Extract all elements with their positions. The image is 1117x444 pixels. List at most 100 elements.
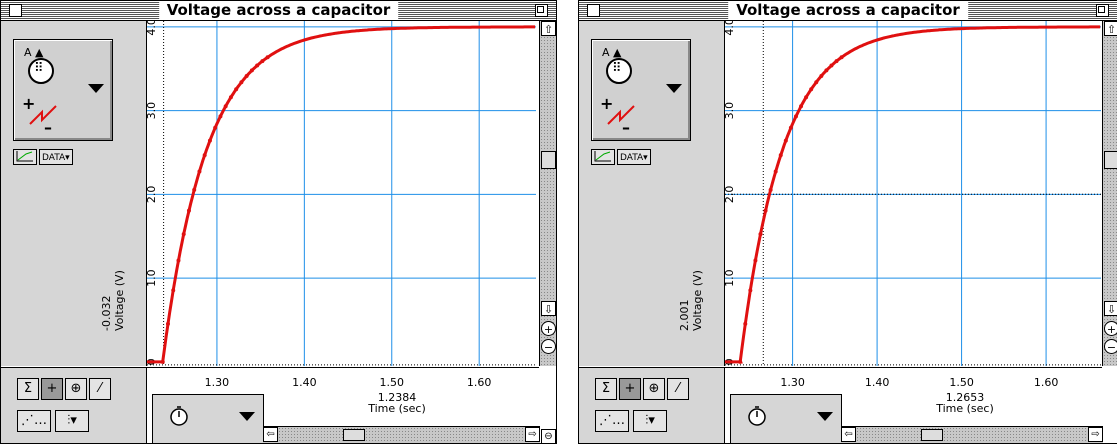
x-tick-label: 1.60 — [466, 376, 492, 389]
data-point — [228, 95, 233, 100]
y-tick-label: 1.0 — [725, 269, 736, 287]
horizontal-scrollbar[interactable]: ⇦ ⇨ — [263, 426, 540, 443]
timing-control[interactable] — [152, 394, 264, 443]
statistics-sigma-icon[interactable]: Σ — [17, 378, 39, 400]
probe-connector-icon — [606, 58, 632, 84]
toolbar-panel: Σ + ⊕ ⁄ ⋰… ⫶▾ — [579, 367, 725, 443]
axis-options-icon[interactable]: ⫶▾ — [55, 410, 89, 432]
zoom-out-icon[interactable]: − — [541, 339, 556, 354]
timing-dropdown-icon — [817, 412, 833, 421]
zoom-box[interactable] — [535, 4, 548, 17]
graph-window-1: Voltage across a capacitor A ▲ + – DATA▾… — [0, 0, 557, 444]
data-point — [839, 55, 844, 60]
data-point — [834, 59, 839, 64]
y-readout-value: -0.032 — [100, 295, 113, 331]
data-point — [799, 104, 804, 109]
data-point — [192, 187, 197, 192]
data-point — [738, 359, 743, 364]
toolbar-panel: Σ + ⊕ ⁄ ⋰… ⫶▾ — [1, 367, 147, 443]
scroll-down-icon[interactable]: ⇩ — [1104, 301, 1117, 316]
graph-window-2: Voltage across a capacitor A ▲ + – DATA▾… — [578, 0, 1117, 444]
y-tick-label: 2.0 — [147, 186, 158, 204]
close-box[interactable] — [9, 4, 22, 17]
y-tick-label: 3.0 — [725, 102, 736, 120]
zoom-tool-icon[interactable]: ⊕ — [643, 378, 665, 400]
timing-control[interactable] — [730, 394, 842, 443]
minus-icon: – — [44, 118, 52, 137]
scroll-right-icon[interactable]: ⇨ — [525, 427, 540, 442]
probe-connector-icon — [28, 58, 54, 84]
title-bar[interactable]: Voltage across a capacitor — [1, 1, 556, 21]
data-point — [748, 288, 753, 293]
autoscale-icon[interactable]: ⋰… — [17, 410, 51, 432]
scroll-left-icon[interactable]: ⇦ — [263, 427, 278, 442]
data-point — [773, 169, 778, 174]
scroll-down-icon[interactable]: ⇩ — [541, 301, 556, 316]
plot-area[interactable]: 01.02.03.04.0 — [147, 21, 536, 366]
data-point — [244, 73, 249, 78]
zoom-box[interactable] — [1096, 4, 1109, 17]
scroll-up-icon[interactable]: ⇧ — [1104, 21, 1117, 36]
probe-program-button[interactable]: A ▲ + – — [13, 39, 113, 141]
scroll-thumb[interactable] — [541, 151, 556, 169]
axis-options-icon[interactable]: ⫶▾ — [633, 410, 667, 432]
close-box[interactable] — [587, 4, 600, 17]
y-tick-label: 3.0 — [147, 102, 158, 120]
vertical-scrollbar[interactable]: ⇧ ⇩ + − — [539, 21, 556, 366]
data-point — [804, 95, 809, 100]
examine-crosshair-icon[interactable]: + — [41, 378, 63, 400]
zoom-in-icon[interactable]: + — [1104, 321, 1117, 336]
curve-fit-icon[interactable]: ⁄ — [667, 378, 689, 400]
data-point — [165, 321, 170, 326]
sidebar-panel: A ▲ + – DATA▾ -0.032Voltage (V) — [1, 21, 147, 366]
data-point — [788, 125, 793, 130]
data-point — [239, 80, 244, 85]
data-point — [758, 232, 763, 237]
title-bar[interactable]: Voltage across a capacitor — [579, 1, 1117, 21]
data-point — [829, 63, 834, 68]
h-scroll-thumb[interactable] — [343, 429, 365, 441]
h-zoom-out-icon[interactable]: ⊖ — [541, 429, 556, 443]
data-point — [819, 73, 824, 78]
data-menu-button[interactable]: DATA▾ — [39, 149, 73, 165]
zoom-out-icon[interactable]: − — [1104, 339, 1117, 354]
curve-fit-icon[interactable]: ⁄ — [89, 378, 111, 400]
zoom-in-icon[interactable]: + — [541, 321, 556, 336]
x-tick-label: 1.50 — [949, 376, 974, 389]
graph-type-icon[interactable] — [13, 149, 37, 165]
statistics-sigma-icon[interactable]: Σ — [595, 378, 617, 400]
probe-program-button[interactable]: A ▲ + – — [591, 39, 691, 141]
y-readout: -0.032 Voltage (V) — [100, 201, 138, 331]
x-readout: 1.2653 Time (sec) — [915, 392, 1015, 414]
scroll-right-icon[interactable]: ⇨ — [1088, 427, 1103, 442]
data-point — [824, 68, 829, 73]
scroll-left-icon[interactable]: ⇦ — [841, 427, 856, 442]
x-tick-label: 1.60 — [1033, 376, 1059, 389]
vertical-scrollbar[interactable]: ⇧ ⇩ + − — [1102, 21, 1117, 366]
data-point — [207, 138, 212, 143]
zoom-tool-icon[interactable]: ⊕ — [65, 378, 87, 400]
scroll-thumb[interactable] — [1104, 151, 1117, 169]
data-point — [763, 208, 768, 213]
examine-crosshair-icon[interactable]: + — [619, 378, 641, 400]
horizontal-scrollbar[interactable]: ⇦ ⇨ — [841, 426, 1103, 443]
y-readout: 2.001 Voltage (V) — [678, 201, 716, 331]
data-point — [181, 232, 186, 237]
data-point — [809, 87, 814, 92]
x-tick-label: 1.30 — [204, 376, 230, 389]
sidebar-panel: A ▲ + – DATA▾ 2.001Voltage (V) — [579, 21, 725, 366]
y-axis-label: Voltage (V) — [113, 270, 126, 331]
x-tick-label: 1.50 — [379, 376, 405, 389]
data-menu-button[interactable]: DATA▾ — [617, 149, 651, 165]
graph-type-icon[interactable] — [591, 149, 615, 165]
data-point — [783, 138, 788, 143]
window-title: Voltage across a capacitor — [728, 1, 968, 20]
data-point — [743, 321, 748, 326]
autoscale-icon[interactable]: ⋰… — [595, 410, 629, 432]
h-scroll-thumb[interactable] — [921, 429, 943, 441]
y-readout-value: 2.001 — [678, 299, 691, 332]
scroll-up-icon[interactable]: ⇧ — [541, 21, 556, 36]
data-point — [234, 87, 239, 92]
data-point — [793, 114, 798, 119]
plot-area[interactable]: 01.02.03.04.0 — [725, 21, 1101, 366]
